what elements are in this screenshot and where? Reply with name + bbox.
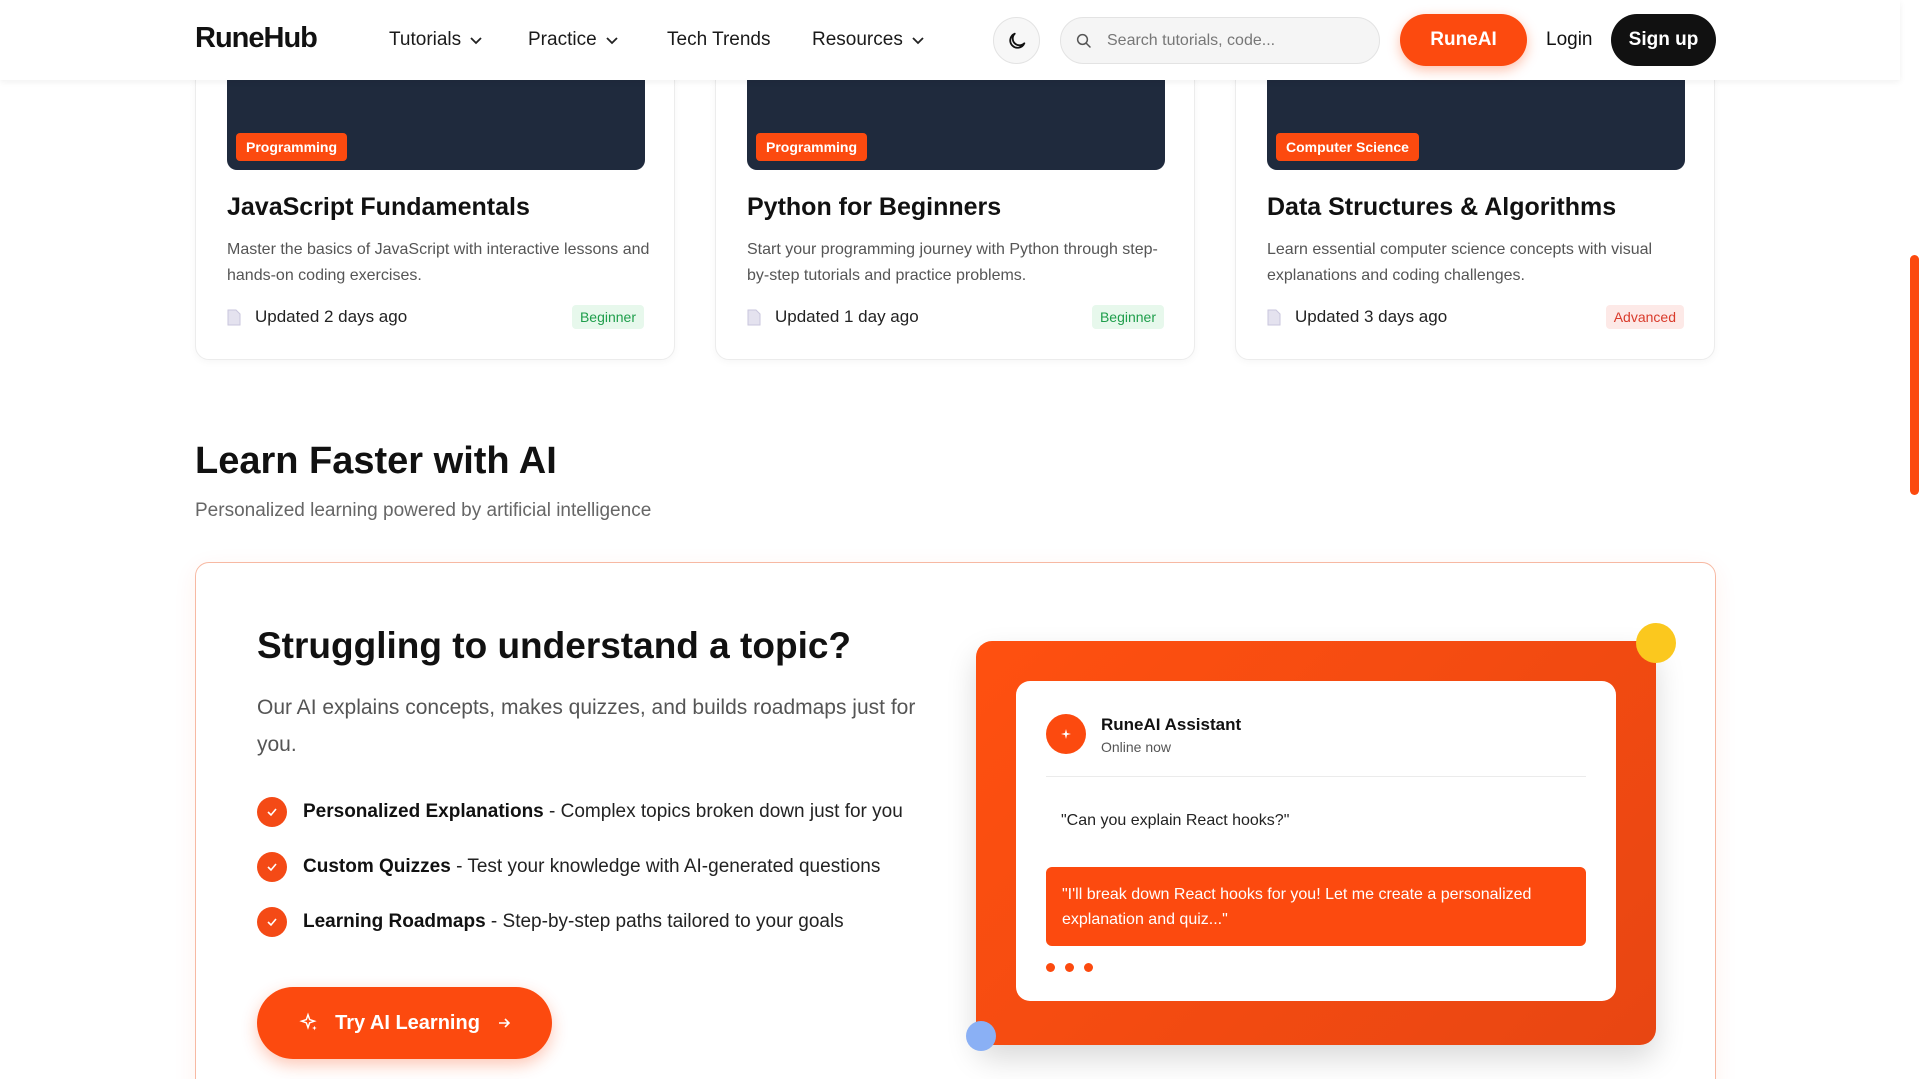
chat-preview-frame: RuneAI Assistant Online now "Can you exp…	[976, 641, 1656, 1045]
feature-name: Custom Quizzes	[303, 856, 451, 877]
sparkle-icon	[299, 1012, 317, 1031]
ai-learning-panel: Struggling to understand a topic? Our AI…	[195, 562, 1716, 1079]
user-message: "Can you explain React hooks?"	[1061, 812, 1290, 829]
level-badge: Advanced	[1605, 305, 1684, 329]
course-card[interactable]: Programming JavaScript Fundamentals Mast…	[195, 40, 675, 360]
course-description: Master the basics of JavaScript with int…	[227, 241, 650, 284]
document-icon	[747, 309, 761, 325]
course-title[interactable]: Data Structures & Algorithms	[1267, 193, 1616, 222]
search-icon	[1076, 33, 1091, 48]
dark-mode-toggle[interactable]	[993, 17, 1040, 64]
nav-practice[interactable]: Practice	[528, 29, 619, 51]
try-ai-learning-button[interactable]: Try AI Learning	[257, 987, 552, 1059]
feature-detail: - Test your knowledge with AI-generated …	[450, 856, 881, 877]
level-badge: Beginner	[1091, 305, 1164, 329]
nav-resources-label: Resources	[812, 29, 903, 50]
typing-dot	[1065, 963, 1074, 972]
assistant-message: "I'll break down React hooks for you! Le…	[1046, 867, 1586, 946]
feature-text: Custom Quizzes - Test your knowledge wit…	[303, 856, 880, 878]
runeai-button[interactable]: RuneAI	[1400, 14, 1527, 66]
sparkle-icon	[1061, 729, 1071, 739]
course-meta: Updated 3 days ago	[1267, 307, 1447, 327]
search-input[interactable]	[1107, 31, 1337, 50]
top-navbar: RuneHub Tutorials Practice Tech Trends R…	[0, 0, 1900, 80]
category-badge: Programming	[236, 133, 348, 161]
feature-text: Personalized Explanations - Complex topi…	[303, 801, 903, 823]
feature-item: Learning Roadmaps - Step-by-step paths t…	[257, 907, 844, 937]
typing-dot	[1084, 963, 1093, 972]
chevron-down-icon	[470, 37, 482, 45]
typing-dot	[1046, 963, 1055, 972]
nav-tutorials-label: Tutorials	[389, 29, 462, 50]
updated-text: Updated 1 day ago	[775, 307, 919, 326]
page-scrollbar-thumb[interactable]	[1910, 255, 1919, 495]
level-badge: Beginner	[571, 305, 644, 329]
nav-resources[interactable]: Resources	[812, 29, 925, 51]
course-description: Learn essential computer science concept…	[1267, 241, 1653, 284]
nav-tech-trends[interactable]: Tech Trends	[667, 29, 771, 51]
course-title[interactable]: Python for Beginners	[747, 193, 1001, 222]
course-meta: Updated 2 days ago	[227, 307, 407, 327]
section-subtitle: Personalized learning powered by artific…	[195, 500, 652, 521]
check-icon	[257, 797, 287, 827]
feature-name: Learning Roadmaps	[303, 911, 486, 932]
course-meta: Updated 1 day ago	[747, 307, 919, 327]
nav-practice-label: Practice	[528, 29, 597, 50]
decorative-yellow-dot	[1636, 623, 1676, 663]
decorative-blue-dot	[966, 1021, 996, 1051]
course-card[interactable]: Computer Science Data Structures & Algor…	[1235, 40, 1715, 360]
feature-item: Custom Quizzes - Test your knowledge wit…	[257, 852, 880, 882]
feature-detail: - Step-by-step paths tailored to your go…	[485, 911, 844, 932]
updated-text: Updated 3 days ago	[1295, 307, 1448, 326]
category-badge: Programming	[756, 133, 868, 161]
updated-text: Updated 2 days ago	[255, 307, 408, 326]
feature-name: Personalized Explanations	[303, 801, 544, 822]
course-title[interactable]: JavaScript Fundamentals	[227, 193, 530, 222]
document-icon	[227, 309, 241, 325]
course-card[interactable]: Programming Python for Beginners Start y…	[715, 40, 1195, 360]
assistant-status: Online now	[1101, 739, 1172, 755]
ai-description: Our AI explains concepts, makes quizzes,…	[257, 696, 916, 756]
chat-preview-card: RuneAI Assistant Online now "Can you exp…	[1016, 681, 1616, 1001]
course-description: Start your programming journey with Pyth…	[747, 241, 1158, 284]
chevron-down-icon	[912, 37, 924, 45]
search-box	[1060, 17, 1380, 64]
assistant-name: RuneAI Assistant	[1101, 715, 1242, 734]
moon-icon	[1008, 32, 1025, 49]
try-ai-learning-label: Try AI Learning	[335, 1011, 480, 1034]
chat-divider	[1046, 776, 1586, 777]
document-icon	[1267, 309, 1281, 325]
nav-tutorials[interactable]: Tutorials	[389, 29, 483, 51]
check-icon	[257, 907, 287, 937]
ai-heading: Struggling to understand a topic?	[257, 625, 852, 666]
typing-indicator	[1046, 963, 1093, 972]
feature-item: Personalized Explanations - Complex topi…	[257, 797, 903, 827]
assistant-avatar	[1046, 714, 1086, 754]
chevron-down-icon	[606, 37, 618, 45]
nav-tech-trends-label: Tech Trends	[667, 29, 771, 50]
feature-text: Learning Roadmaps - Step-by-step paths t…	[303, 911, 844, 933]
runehub-logo[interactable]: RuneHub	[195, 22, 318, 55]
section-title: Learn Faster with AI	[195, 440, 557, 482]
category-badge: Computer Science	[1276, 133, 1419, 161]
arrow-right-icon	[498, 1018, 511, 1028]
feature-detail: - Complex topics broken down just for yo…	[543, 801, 903, 822]
check-icon	[257, 852, 287, 882]
signup-button[interactable]: Sign up	[1611, 14, 1716, 66]
login-link[interactable]: Login	[1546, 29, 1593, 51]
